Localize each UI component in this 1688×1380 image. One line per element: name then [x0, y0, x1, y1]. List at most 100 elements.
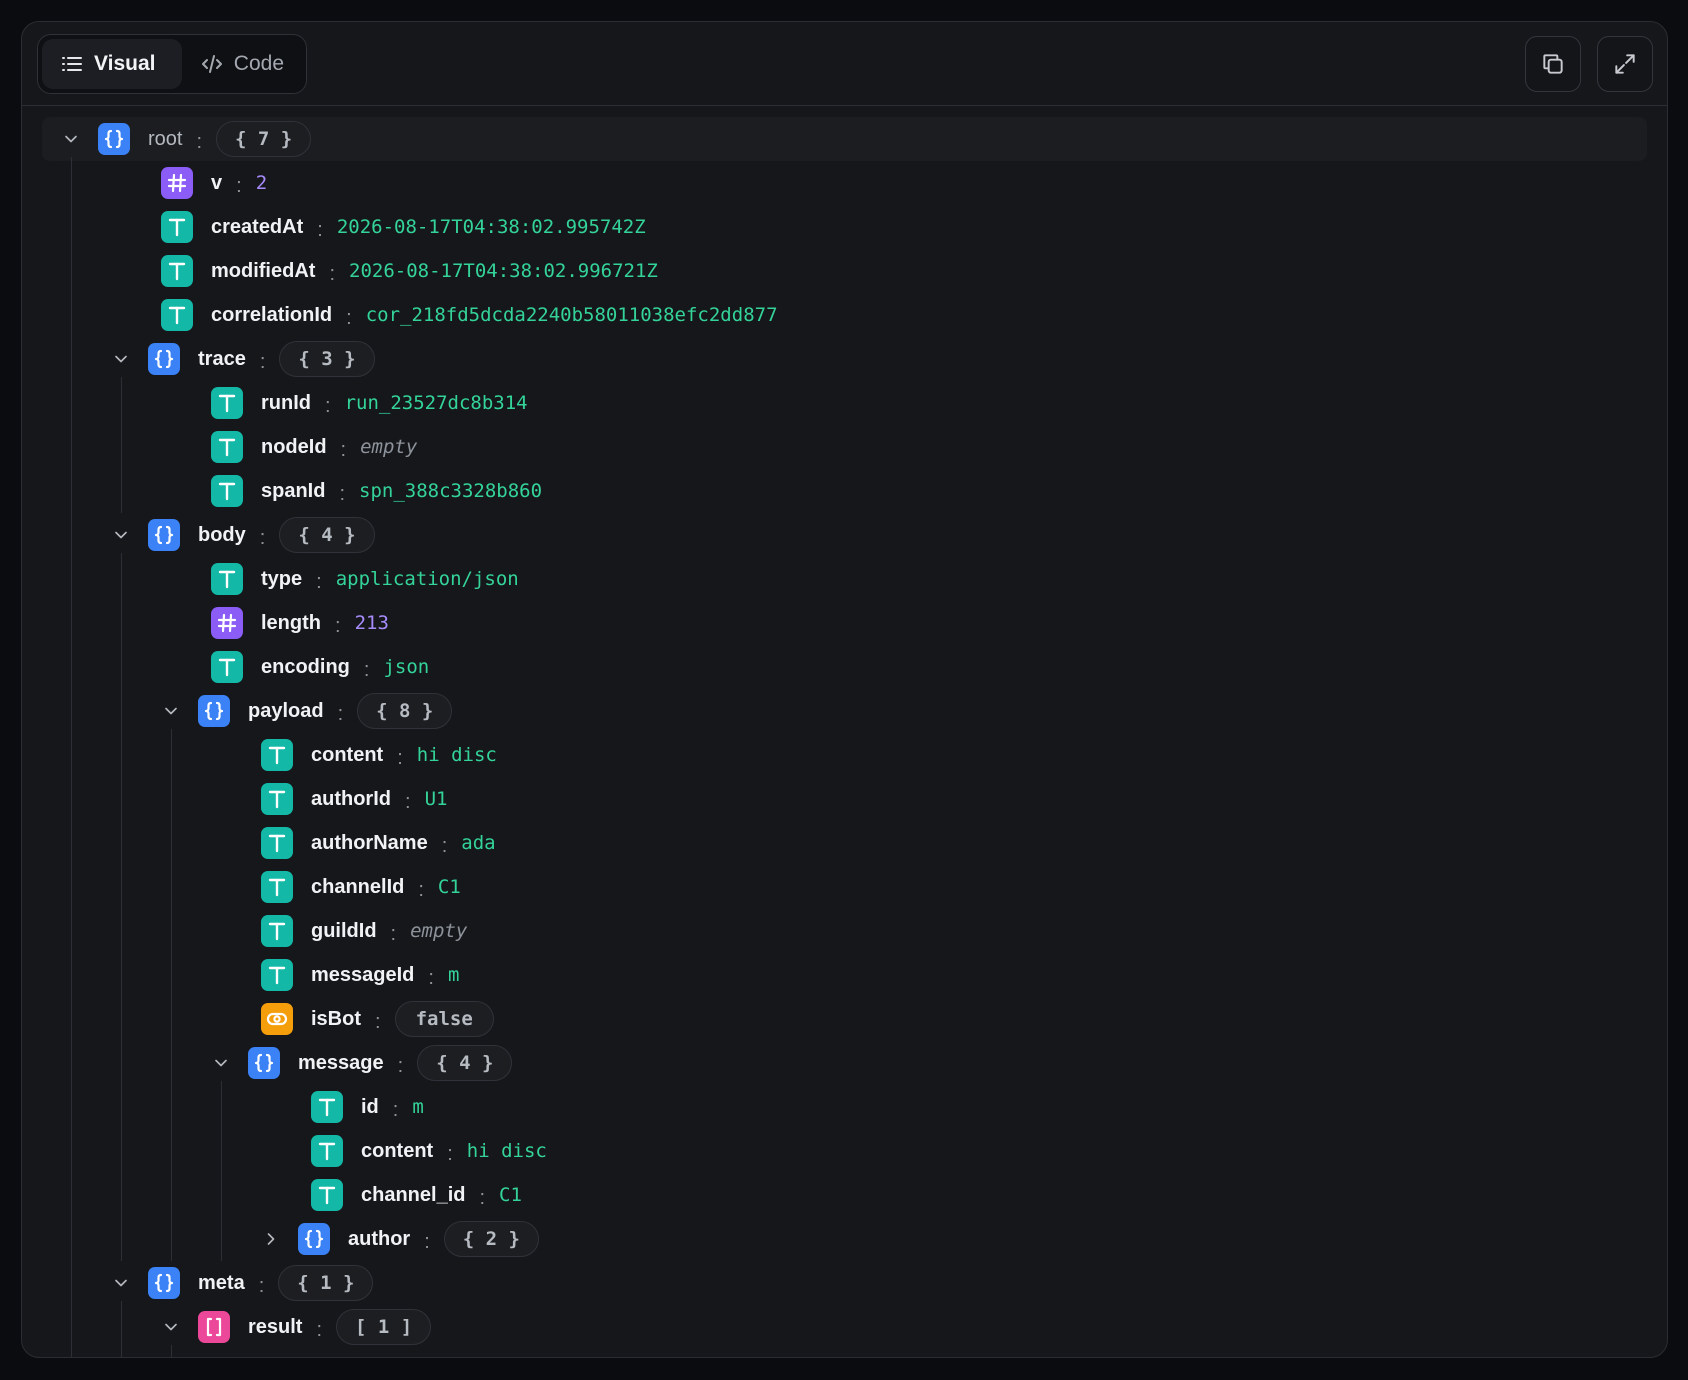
text-type-icon [311, 1135, 343, 1167]
tree-leaf-encoding[interactable]: encoding: json [211, 645, 429, 689]
key-separator: : [340, 438, 347, 461]
node-key: message [298, 1051, 384, 1074]
braces-icon [198, 695, 230, 727]
key-separator: : [418, 878, 424, 901]
key-separator: : [397, 746, 403, 769]
text-type-icon [211, 563, 243, 595]
key-separator: : [196, 130, 203, 153]
tree-leaf-guildId[interactable]: guildId: empty [261, 909, 467, 953]
key-separator: : [363, 658, 370, 681]
tree-leaf-length[interactable]: length:213 [211, 601, 389, 645]
tree-leaf-type[interactable]: type: application/json [211, 557, 519, 601]
node-key: channel_id [361, 1183, 466, 1206]
key-separator: : [329, 262, 335, 285]
node-key: content [311, 743, 384, 766]
tree-node-result[interactable]: result: [ 1 ] [160, 1305, 432, 1349]
node-value: spn_388c3328b860 [359, 480, 543, 502]
toggle-icon [261, 1003, 293, 1035]
chevron-down-icon[interactable] [110, 348, 132, 370]
tree-leaf-modifiedAt[interactable]: modifiedAt:2026-08-17T04:38:02.996721Z [161, 249, 658, 293]
node-key: trace [198, 347, 246, 370]
node-value: cor_218fd5dcda2240b58011038efc2dd877 [365, 304, 778, 326]
node-key: payload [248, 699, 324, 722]
node-key: runId [261, 391, 311, 414]
tree-leaf-channel_id[interactable]: channel_id: C1 [311, 1173, 522, 1217]
node-value: 213 [354, 612, 389, 634]
toolbar: Visual Code [22, 22, 1667, 106]
tab-visual[interactable]: Visual [42, 39, 182, 89]
node-key: content [361, 1139, 434, 1162]
chevron-down-icon[interactable] [160, 700, 182, 722]
boolean-value: false [394, 1001, 494, 1037]
tree-node-author[interactable]: author: { 2 } [260, 1217, 539, 1261]
tree-leaf-channelId[interactable]: channelId: C1 [261, 865, 461, 909]
chevron-down-icon[interactable] [160, 1316, 182, 1338]
tree-node-body[interactable]: body: { 4 } [110, 513, 375, 557]
tree-leaf-content[interactable]: content: hi disc [261, 733, 497, 777]
chevron-down-icon[interactable] [60, 128, 82, 150]
expand-button[interactable] [1597, 36, 1653, 92]
key-separator: : [392, 1098, 399, 1121]
node-value: C1 [499, 1184, 522, 1206]
chevron-down-icon[interactable] [110, 524, 132, 546]
indent-guide [221, 1081, 222, 1261]
node-value: hi disc [416, 744, 497, 766]
child-count-badge: { 4 } [417, 1045, 513, 1081]
text-type-icon [261, 959, 293, 991]
node-value: m [412, 1096, 424, 1118]
json-tree: root: { 7 } v:2 createdAt:2026-08-17T04:38:… [22, 106, 1667, 1357]
tree-leaf-authorName[interactable]: authorName: ada [261, 821, 496, 865]
node-value: U1 [424, 788, 448, 810]
node-key: v [211, 171, 223, 194]
tab-code-label: Code [233, 52, 284, 75]
key-separator: : [258, 1274, 265, 1297]
node-key: meta [198, 1271, 245, 1294]
empty-value: empty [410, 920, 468, 942]
tree-leaf-v[interactable]: v:2 [161, 161, 267, 205]
tab-code[interactable]: Code [182, 39, 302, 89]
tree-node-payload[interactable]: payload: { 8 } [160, 689, 453, 733]
indent-guide [171, 729, 172, 1261]
text-type-icon [261, 827, 293, 859]
tree-leaf-runId[interactable]: runId: run_23527dc8b314 [211, 381, 528, 425]
tree-node-trace[interactable]: trace: { 3 } [110, 337, 375, 381]
node-value: json [383, 656, 430, 678]
copy-button[interactable] [1525, 36, 1581, 92]
hash-icon [161, 167, 193, 199]
chevron-down-icon[interactable] [110, 1272, 132, 1294]
key-separator: : [397, 1054, 404, 1077]
tree-leaf-authorId[interactable]: authorId: U1 [261, 777, 447, 821]
child-count-badge: { 4 } [279, 517, 375, 553]
tree-leaf-nodeId[interactable]: nodeId: empty [211, 425, 417, 469]
node-key: root [148, 127, 183, 150]
code-icon [201, 55, 222, 73]
indent-guide [121, 377, 122, 513]
node-key: type [261, 567, 303, 590]
tree-leaf-isBot[interactable]: isBot: false [261, 997, 494, 1041]
chevron-down-icon[interactable] [210, 1052, 232, 1074]
tree-leaf-messageId[interactable]: messageId: m [261, 953, 459, 997]
key-separator: : [447, 1142, 453, 1165]
tab-visual-label: Visual [94, 52, 156, 75]
text-type-icon [211, 387, 243, 419]
tree-leaf-id[interactable]: id: m [311, 1085, 424, 1129]
tree-leaf-content[interactable]: content: hi disc [311, 1129, 547, 1173]
key-separator: : [236, 174, 242, 197]
text-type-icon [161, 211, 193, 243]
braces-icon [148, 1267, 180, 1299]
text-type-icon [211, 431, 243, 463]
node-key: nodeId [261, 435, 327, 458]
node-value: ada [461, 832, 496, 854]
tree-node-message[interactable]: message: { 4 } [210, 1041, 513, 1085]
tree-leaf-correlationId[interactable]: correlationId: cor_218fd5dcda2240b5801103… [161, 293, 778, 337]
key-separator: : [259, 526, 266, 549]
tree-node-meta[interactable]: meta: { 1 } [110, 1261, 374, 1305]
tree-leaf-spanId[interactable]: spanId: spn_388c3328b860 [211, 469, 542, 513]
tree-leaf-createdAt[interactable]: createdAt:2026-08-17T04:38:02.995742Z [161, 205, 646, 249]
node-key: id [361, 1095, 379, 1118]
key-separator: : [390, 922, 397, 945]
chevron-right-icon[interactable] [260, 1228, 282, 1250]
tree-node-root[interactable]: root: { 7 } [60, 117, 312, 161]
child-count-badge: { 7 } [216, 121, 312, 157]
child-count-badge: { 2 } [443, 1221, 539, 1257]
